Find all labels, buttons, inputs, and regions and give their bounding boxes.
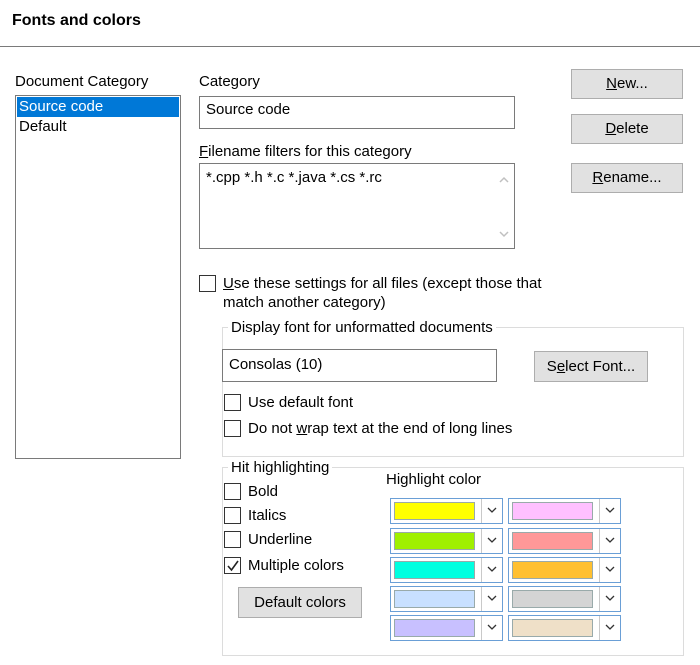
display-font-caption: Display font for unformatted documents [228, 319, 496, 336]
use-default-font-checkbox[interactable] [224, 394, 241, 411]
dropdown-button[interactable] [599, 616, 620, 640]
scroll-up-icon[interactable] [499, 175, 509, 185]
color-swatch [512, 590, 593, 608]
display-font-group [222, 327, 684, 457]
delete-button[interactable]: Delete [571, 114, 683, 144]
use-for-all-files-checkbox[interactable] [199, 275, 216, 292]
bold-label[interactable]: Bold [248, 483, 278, 500]
color-combo-3-left[interactable] [390, 557, 503, 583]
dropdown-button[interactable] [599, 587, 620, 611]
dropdown-button[interactable] [599, 558, 620, 582]
select-font-button[interactable]: Select Font... [534, 351, 648, 382]
color-combo-1-left[interactable] [390, 498, 503, 524]
page-title: Fonts and colors [12, 12, 141, 29]
filename-filters-input[interactable]: *.cpp *.h *.c *.java *.cs *.rc [199, 163, 515, 249]
document-category-list[interactable]: Source code Default [15, 95, 181, 459]
color-combo-4-left[interactable] [390, 586, 503, 612]
color-swatch [394, 590, 475, 608]
color-combo-1-right[interactable] [508, 498, 621, 524]
document-category-label: Document Category [15, 73, 149, 90]
multiple-colors-label[interactable]: Multiple colors [248, 557, 344, 574]
color-swatch [394, 502, 475, 520]
color-combo-4-right[interactable] [508, 586, 621, 612]
list-item-default[interactable]: Default [16, 117, 180, 137]
underline-label[interactable]: Underline [248, 531, 312, 548]
color-swatch [394, 532, 475, 550]
chevron-down-icon [487, 507, 497, 513]
color-combo-3-right[interactable] [508, 557, 621, 583]
color-combo-5-left[interactable] [390, 615, 503, 641]
new-button[interactable]: New... [571, 69, 683, 99]
chevron-down-icon [605, 595, 615, 601]
color-swatch [512, 502, 593, 520]
chevron-down-icon [487, 537, 497, 543]
chevron-down-icon [605, 537, 615, 543]
color-swatch [512, 561, 593, 579]
color-swatch [394, 561, 475, 579]
color-combo-2-right[interactable] [508, 528, 621, 554]
dropdown-button[interactable] [481, 587, 502, 611]
color-swatch [512, 532, 593, 550]
color-combo-5-right[interactable] [508, 615, 621, 641]
list-item-source-code[interactable]: Source code [17, 97, 179, 117]
color-combo-2-left[interactable] [390, 528, 503, 554]
underline-checkbox[interactable] [224, 531, 241, 548]
chevron-down-icon [605, 624, 615, 630]
title-divider [0, 46, 700, 47]
default-colors-button[interactable]: Default colors [238, 587, 362, 618]
scroll-down-icon[interactable] [499, 229, 509, 239]
color-swatch [512, 619, 593, 637]
category-label: Category [199, 73, 260, 90]
chevron-down-icon [487, 595, 497, 601]
chevron-down-icon [605, 507, 615, 513]
filename-filters-value: *.cpp *.h *.c *.java *.cs *.rc [206, 169, 382, 186]
no-wrap-checkbox[interactable] [224, 420, 241, 437]
no-wrap-label[interactable]: Do not wrap text at the end of long line… [248, 420, 512, 437]
chevron-down-icon [487, 566, 497, 572]
checkmark-icon [227, 560, 239, 572]
dropdown-button[interactable] [481, 558, 502, 582]
bold-checkbox[interactable] [224, 483, 241, 500]
dropdown-button[interactable] [481, 499, 502, 523]
dropdown-button[interactable] [481, 616, 502, 640]
highlight-color-label: Highlight color [386, 471, 482, 488]
italics-label[interactable]: Italics [248, 507, 286, 524]
italics-checkbox[interactable] [224, 507, 241, 524]
rename-button[interactable]: Rename... [571, 163, 683, 193]
chevron-down-icon [487, 624, 497, 630]
dropdown-button[interactable] [481, 529, 502, 553]
use-default-font-label[interactable]: Use default font [248, 394, 353, 411]
font-name-input[interactable]: Consolas (10) [222, 349, 497, 382]
dropdown-button[interactable] [599, 499, 620, 523]
chevron-down-icon [605, 566, 615, 572]
filters-scrollbar[interactable] [495, 165, 513, 247]
color-swatch [394, 619, 475, 637]
filename-filters-label: Filename filters for this category [199, 143, 412, 160]
dropdown-button[interactable] [599, 529, 620, 553]
category-name-input[interactable]: Source code [199, 96, 515, 129]
hit-highlighting-caption: Hit highlighting [228, 459, 333, 476]
use-for-all-files-label[interactable]: Use these settings for all files (except… [223, 274, 542, 312]
multiple-colors-checkbox[interactable] [224, 557, 241, 574]
